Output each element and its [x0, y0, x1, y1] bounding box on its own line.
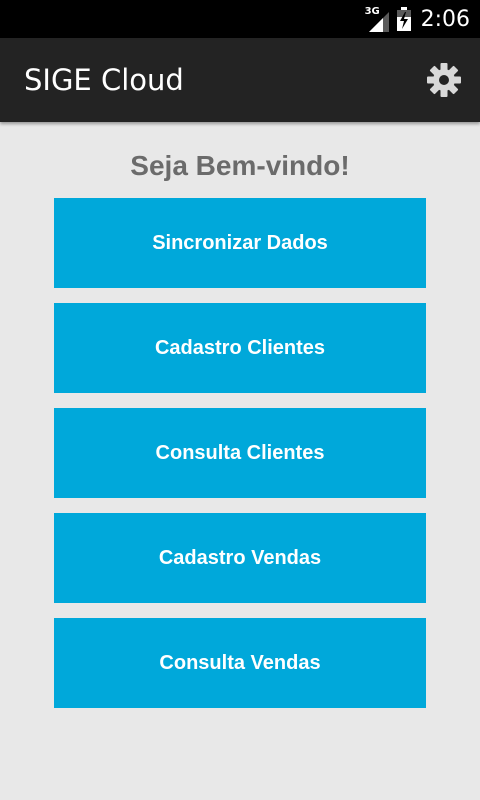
- status-time: 2:06: [420, 6, 470, 32]
- query-clients-button[interactable]: Consulta Clientes: [54, 408, 426, 498]
- query-sales-button[interactable]: Consulta Vendas: [54, 618, 426, 708]
- register-clients-button[interactable]: Cadastro Clientes: [54, 303, 426, 393]
- main-menu: Sincronizar Dados Cadastro Clientes Cons…: [54, 198, 426, 723]
- battery-icon: [396, 7, 411, 31]
- sync-data-button[interactable]: Sincronizar Dados: [54, 198, 426, 288]
- gear-icon: [427, 63, 461, 97]
- network-type-label: 3G: [364, 6, 380, 17]
- welcome-heading: Seja Bem-vindo!: [130, 150, 350, 181]
- status-bar: 3G 2:06: [0, 0, 480, 38]
- main-content: Seja Bem-vindo! Sincronizar Dados Cadast…: [0, 122, 480, 800]
- app-title: SIGE Cloud: [24, 63, 184, 97]
- action-bar: SIGE Cloud: [0, 38, 480, 122]
- signal-icon: 3G: [365, 4, 391, 34]
- register-sales-button[interactable]: Cadastro Vendas: [54, 513, 426, 603]
- settings-button[interactable]: [424, 60, 464, 100]
- status-icons: 3G 2:06: [365, 0, 470, 38]
